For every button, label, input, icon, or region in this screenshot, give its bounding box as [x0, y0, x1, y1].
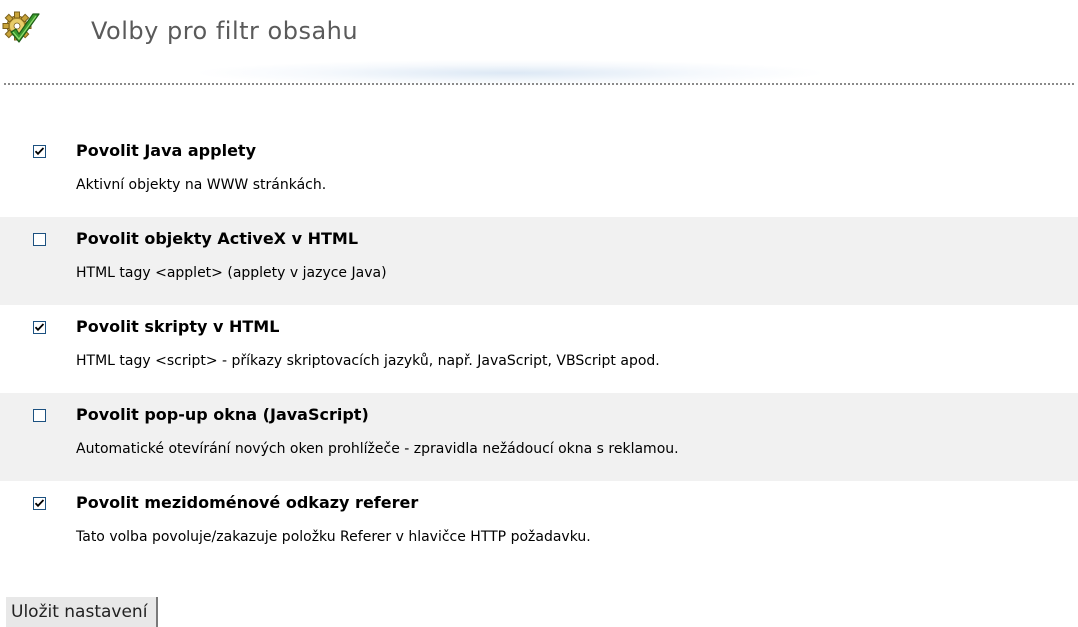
option-row-scripts: Povolit skripty v HTML HTML tagy <script…: [0, 305, 1078, 393]
option-title: Povolit Java applety: [76, 141, 256, 160]
checkbox-referer[interactable]: [33, 497, 46, 510]
gear-with-check-icon: [2, 10, 42, 50]
page-header: Volby pro filtr obsahu: [0, 0, 1078, 86]
options-list: Povolit Java applety Aktivní objekty na …: [0, 129, 1078, 569]
check-icon: [35, 147, 44, 156]
option-title: Povolit skripty v HTML: [76, 317, 280, 336]
title-divider: [4, 83, 1074, 85]
option-description: Aktivní objekty na WWW stránkách.: [76, 177, 327, 193]
option-title: Povolit objekty ActiveX v HTML: [76, 229, 359, 248]
option-row-java-applets: Povolit Java applety Aktivní objekty na …: [0, 129, 1078, 217]
option-title: Povolit mezidoménové odkazy referer: [76, 493, 419, 512]
option-description: Automatické otevírání nových oken prohlí…: [76, 441, 679, 457]
check-icon: [35, 499, 44, 508]
option-description: Tato volba povoluje/zakazuje položku Ref…: [76, 529, 591, 545]
check-icon: [35, 323, 44, 332]
checkbox-scripts[interactable]: [33, 321, 46, 334]
option-description: HTML tagy <applet> (applety v jazyce Jav…: [76, 265, 387, 281]
checkbox-java-applets[interactable]: [33, 145, 46, 158]
option-description: HTML tagy <script> - příkazy skriptovací…: [76, 353, 660, 369]
option-row-activex: Povolit objekty ActiveX v HTML HTML tagy…: [0, 217, 1078, 305]
save-settings-button[interactable]: Uložit nastavení: [6, 597, 159, 627]
checkbox-activex[interactable]: [33, 233, 46, 246]
option-row-popups: Povolit pop-up okna (JavaScript) Automat…: [0, 393, 1078, 481]
checkbox-popups[interactable]: [33, 409, 46, 422]
page-title: Volby pro filtr obsahu: [91, 17, 359, 45]
option-row-referer: Povolit mezidoménové odkazy referer Tato…: [0, 481, 1078, 569]
option-title: Povolit pop-up okna (JavaScript): [76, 405, 369, 424]
